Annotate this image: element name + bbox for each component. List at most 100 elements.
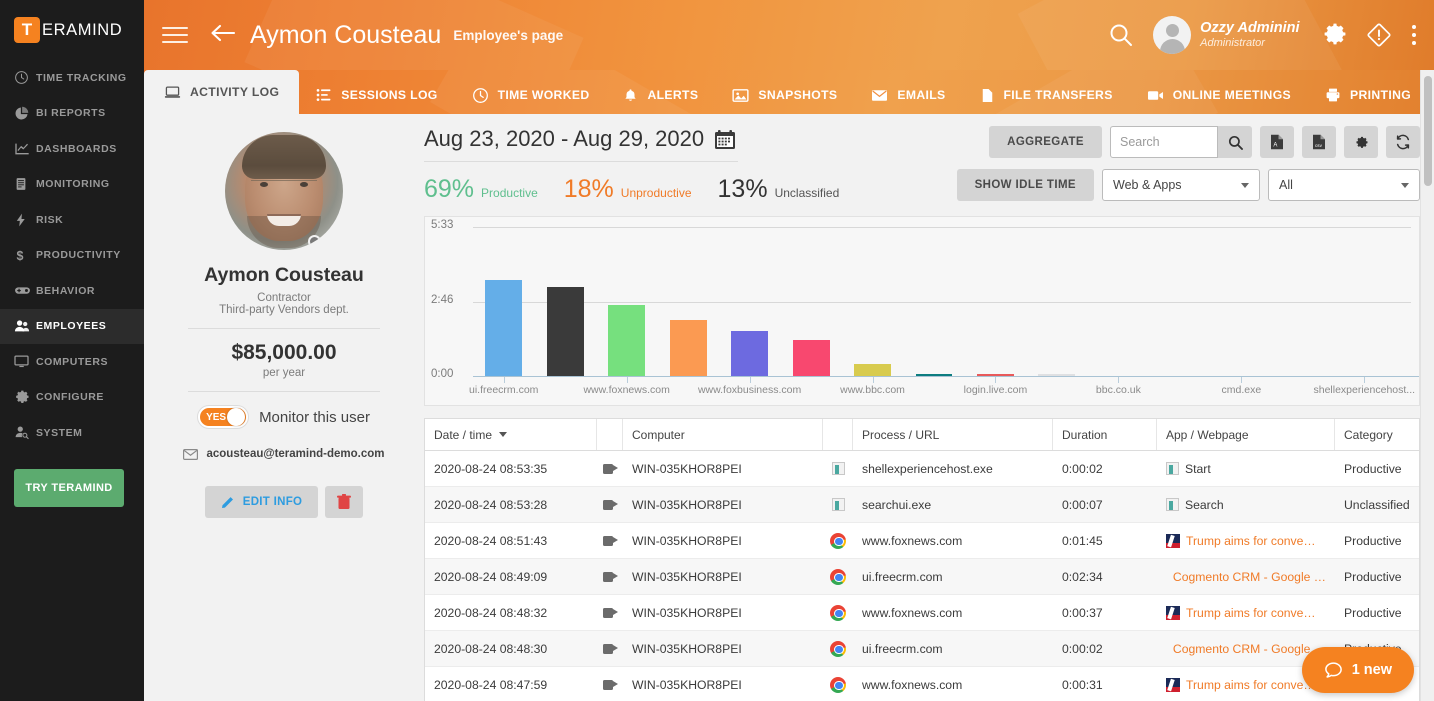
tab-printing[interactable]: PRINTING <box>1308 76 1428 114</box>
video-recording-icon[interactable] <box>603 644 618 654</box>
chart-bar[interactable] <box>793 340 830 376</box>
cell-computer[interactable]: WIN-035KHOR8PEI <box>623 523 823 558</box>
table-header-app-webpage[interactable]: App / Webpage <box>1157 419 1335 450</box>
sidebar-item-monitoring[interactable]: MONITORING <box>0 167 144 203</box>
settings-gear-icon[interactable] <box>1322 22 1348 48</box>
calendar-icon[interactable] <box>715 130 735 149</box>
chat-widget-button[interactable]: 1 new <box>1302 647 1414 693</box>
cell-app-webpage[interactable]: Trump aims for conve… <box>1157 595 1335 630</box>
export-csv-button[interactable]: csv <box>1302 126 1336 158</box>
table-header-process-url[interactable]: Process / URL <box>853 419 1053 450</box>
chart-bar[interactable] <box>485 280 522 376</box>
tab-file-transfers[interactable]: FILE TRANSFERS <box>963 76 1130 114</box>
cell-app-label[interactable]: Cogmento CRM - Google … <box>1173 642 1326 656</box>
cell-computer[interactable]: WIN-035KHOR8PEI <box>623 595 823 630</box>
video-recording-icon[interactable] <box>603 464 618 474</box>
video-recording-icon[interactable] <box>603 680 618 690</box>
show-idle-time-button[interactable]: SHOW IDLE TIME <box>957 169 1094 201</box>
cell-app-label[interactable]: Cogmento CRM - Google … <box>1173 570 1326 584</box>
filter-scope-select[interactable]: All <box>1268 169 1420 201</box>
tab-emails[interactable]: EMAILS <box>854 76 962 114</box>
search-input[interactable] <box>1110 126 1218 158</box>
alert-warning-icon[interactable] <box>1366 22 1392 48</box>
back-arrow-icon[interactable] <box>210 23 236 48</box>
tab-sessions-log[interactable]: SESSIONS LOG <box>299 76 454 114</box>
cell-app-webpage[interactable]: Trump aims for conve… <box>1157 523 1335 558</box>
chart-bar[interactable] <box>547 287 584 376</box>
date-range-picker[interactable]: Aug 23, 2020 - Aug 29, 2020 <box>424 126 738 162</box>
cell-recording[interactable] <box>597 595 623 630</box>
video-recording-icon[interactable] <box>603 608 618 618</box>
video-recording-icon[interactable] <box>603 572 618 582</box>
chart-bar[interactable] <box>916 374 953 376</box>
aggregate-button[interactable]: AGGREGATE <box>989 126 1102 158</box>
tab-activity-log[interactable]: ACTIVITY LOG <box>144 70 299 114</box>
cell-app-webpage[interactable]: Search <box>1157 487 1335 522</box>
brand-logo[interactable]: T ERAMIND <box>0 0 144 60</box>
chart-bar[interactable] <box>854 364 891 376</box>
table-row[interactable]: 2020-08-24 08:53:28WIN-035KHOR8PEIsearch… <box>425 487 1419 523</box>
user-menu[interactable]: Ozzy Adminini Administrator <box>1153 16 1299 54</box>
cell-recording[interactable] <box>597 559 623 594</box>
cell-computer[interactable]: WIN-035KHOR8PEI <box>623 451 823 486</box>
monitor-user-toggle[interactable]: YES <box>198 406 248 428</box>
cell-app-label[interactable]: Trump aims for conve… <box>1186 534 1316 548</box>
cell-app-label[interactable]: Trump aims for conve… <box>1186 606 1316 620</box>
export-pdf-button[interactable]: A <box>1260 126 1294 158</box>
cell-computer[interactable]: WIN-035KHOR8PEI <box>623 487 823 522</box>
try-teramind-button[interactable]: TRY TERAMIND <box>14 469 124 507</box>
refresh-button[interactable] <box>1386 126 1420 158</box>
cell-recording[interactable] <box>597 667 623 701</box>
cell-recording[interactable] <box>597 631 623 666</box>
video-recording-icon[interactable] <box>603 536 618 546</box>
sidebar-item-time-tracking[interactable]: TIME TRACKING <box>0 60 144 96</box>
video-recording-icon[interactable] <box>603 500 618 510</box>
cell-app-webpage[interactable]: Cogmento CRM - Google … <box>1157 559 1335 594</box>
cell-computer[interactable]: WIN-035KHOR8PEI <box>623 631 823 666</box>
table-row[interactable]: 2020-08-24 08:49:09WIN-035KHOR8PEIui.fre… <box>425 559 1419 595</box>
chart-bar[interactable] <box>608 305 645 376</box>
table-row[interactable]: 2020-08-24 08:48:32WIN-035KHOR8PEIwww.fo… <box>425 595 1419 631</box>
sidebar-item-productivity[interactable]: $PRODUCTIVITY <box>0 238 144 274</box>
delete-button[interactable] <box>325 486 363 518</box>
table-row[interactable]: 2020-08-24 08:53:35WIN-035KHOR8PEIshelle… <box>425 451 1419 487</box>
tab-alerts[interactable]: ALERTS <box>606 76 715 114</box>
menu-toggle-icon[interactable] <box>162 22 188 48</box>
table-header-date-time[interactable]: Date / time <box>425 419 597 450</box>
vertical-scrollbar[interactable] <box>1420 70 1434 701</box>
search-submit-button[interactable] <box>1218 126 1252 158</box>
chart-bar[interactable] <box>1038 374 1075 376</box>
edit-info-button[interactable]: EDIT INFO <box>205 486 319 518</box>
table-row[interactable]: 2020-08-24 08:51:43WIN-035KHOR8PEIwww.fo… <box>425 523 1419 559</box>
cell-app-label[interactable]: Trump aims for conve… <box>1186 678 1316 692</box>
sidebar-item-employees[interactable]: EMPLOYEES <box>0 309 144 345</box>
employee-email-row[interactable]: acousteau@teramind-demo.com <box>183 448 384 460</box>
table-header-category[interactable]: Category <box>1335 419 1419 450</box>
table-header-computer[interactable]: Computer <box>623 419 823 450</box>
cell-recording[interactable] <box>597 487 623 522</box>
cell-computer[interactable]: WIN-035KHOR8PEI <box>623 667 823 701</box>
chart-bar[interactable] <box>731 331 768 376</box>
sidebar-item-risk[interactable]: RISK <box>0 202 144 238</box>
table-row[interactable]: 2020-08-24 08:48:30WIN-035KHOR8PEIui.fre… <box>425 631 1419 667</box>
tab-snapshots[interactable]: SNAPSHOTS <box>715 76 854 114</box>
more-options-icon[interactable] <box>1412 25 1417 46</box>
chart-bar[interactable] <box>670 320 707 376</box>
sidebar-item-dashboards[interactable]: DASHBOARDS <box>0 131 144 167</box>
filter-type-select[interactable]: Web & Apps <box>1102 169 1260 201</box>
cell-computer[interactable]: WIN-035KHOR8PEI <box>623 559 823 594</box>
sidebar-item-configure[interactable]: CONFIGURE <box>0 380 144 416</box>
cell-recording[interactable] <box>597 523 623 558</box>
sidebar-item-computers[interactable]: COMPUTERS <box>0 344 144 380</box>
sidebar-item-system[interactable]: SYSTEM <box>0 415 144 451</box>
sidebar-item-behavior[interactable]: BEHAVIOR <box>0 273 144 309</box>
table-settings-button[interactable] <box>1344 126 1378 158</box>
search-icon[interactable] <box>1107 21 1135 49</box>
scrollbar-thumb[interactable] <box>1424 76 1432 186</box>
sidebar-item-bi-reports[interactable]: BI REPORTS <box>0 96 144 132</box>
cell-recording[interactable] <box>597 451 623 486</box>
table-header-duration[interactable]: Duration <box>1053 419 1157 450</box>
cell-app-webpage[interactable]: Start <box>1157 451 1335 486</box>
table-row[interactable]: 2020-08-24 08:47:59WIN-035KHOR8PEIwww.fo… <box>425 667 1419 701</box>
tab-online-meetings[interactable]: ONLINE MEETINGS <box>1130 76 1308 114</box>
